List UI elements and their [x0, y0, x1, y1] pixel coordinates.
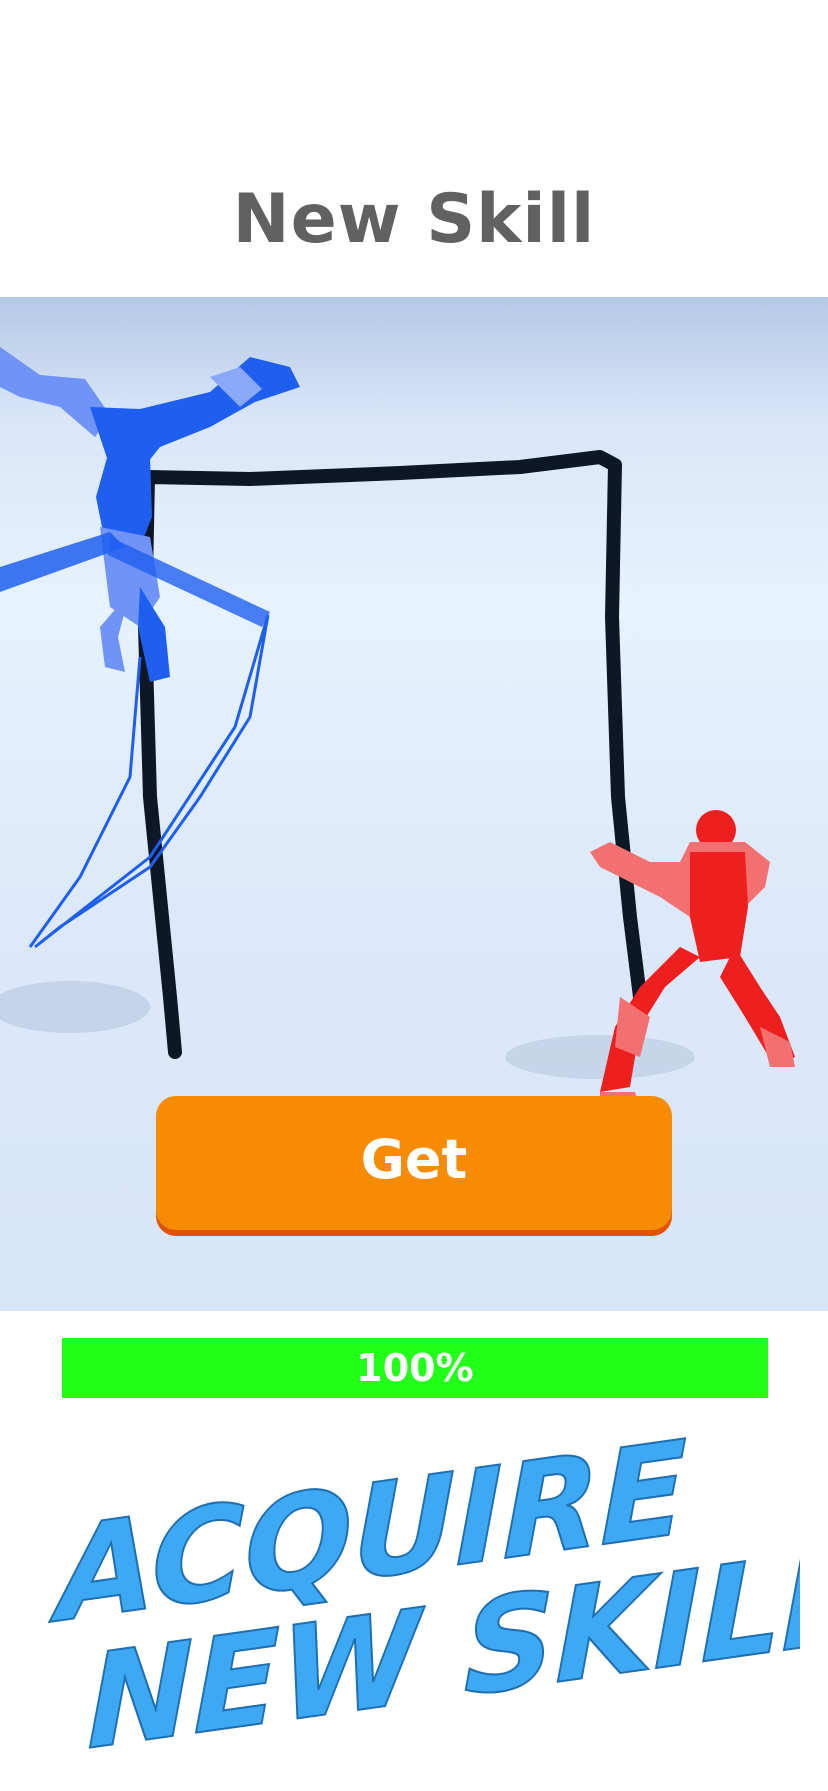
page-title: New Skill: [232, 180, 596, 259]
get-button-face: Get: [156, 1096, 672, 1230]
progress-bar: 100%: [62, 1338, 768, 1398]
progress-label: 100%: [356, 1346, 474, 1390]
promo-banner: ACQUIRE NEW SKILLS!: [48, 1413, 800, 1770]
blue-fighter-shadow: [0, 981, 150, 1033]
red-fighter-shadow: [505, 1035, 695, 1079]
get-button-label: Get: [360, 1128, 468, 1191]
get-button[interactable]: Get: [156, 1096, 672, 1236]
red-fighter: [590, 810, 795, 1109]
blue-fighter: [0, 347, 300, 949]
drawn-line: [138, 450, 647, 1059]
